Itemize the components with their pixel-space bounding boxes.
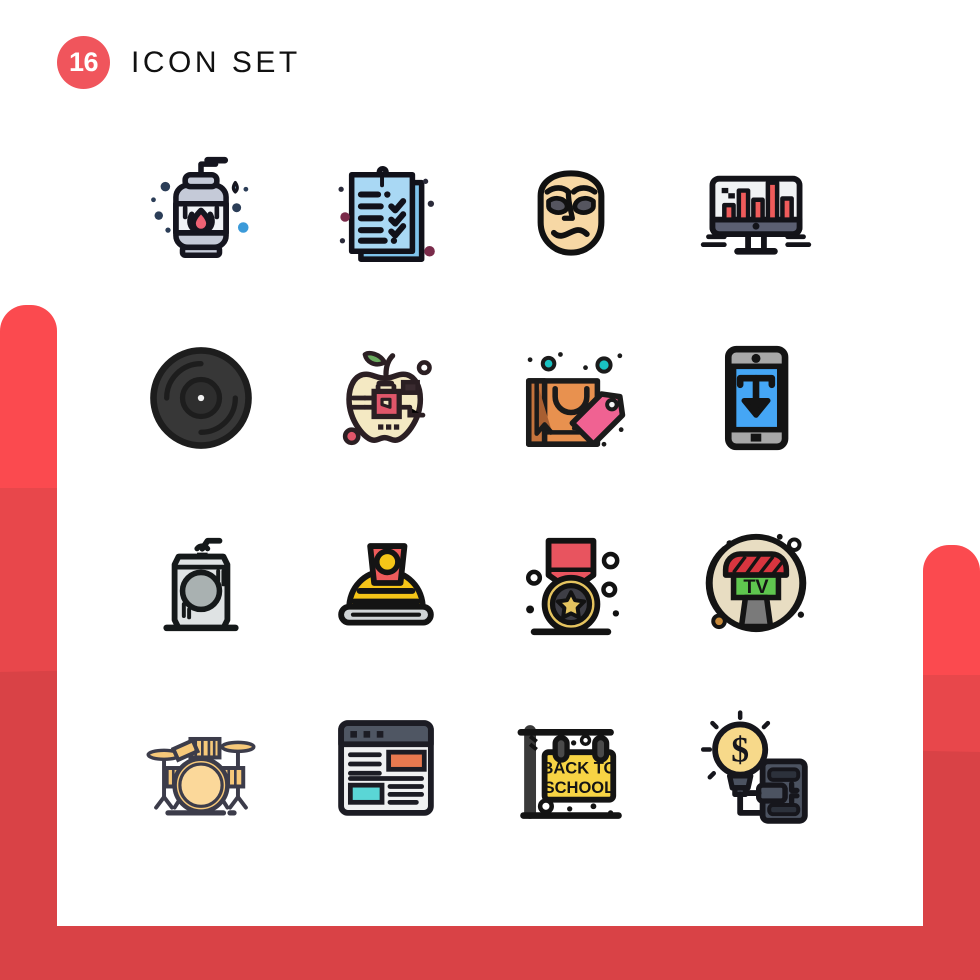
icon-cell-vinyl-record[interactable] [108,305,293,490]
background-band-left-mid [0,488,57,980]
soap-dispenser-icon [150,156,249,258]
soda-can-icon [162,537,239,631]
sign-text-line1: BACK TO [541,759,616,777]
shopping-bag-tag-icon [525,351,625,447]
money-idea-plug-icon: $ [700,709,808,824]
dollar-symbol-text: $ [731,729,749,769]
icon-cell-checklist[interactable] [293,120,478,305]
icon-cell-drum-set[interactable] [108,675,293,860]
icon-set-poster: 16 ICON SET TV BACK TO SCHOOL $ [0,0,980,980]
checklist-icon [337,165,435,262]
conductor-cap-icon [337,542,434,626]
award-medal-icon [525,537,619,635]
icon-count-badge: 16 [57,36,110,89]
icon-cell-conductor-cap[interactable] [293,490,478,675]
back-to-school-sign-icon: BACK TO SCHOOL [517,724,622,819]
icon-cell-shopping-bag-tag[interactable] [478,305,663,490]
icon-cell-analytics-monitor[interactable] [663,120,848,305]
background-band-right-light [923,545,980,980]
icon-grid: TV BACK TO SCHOOL $ [108,120,908,860]
icon-cell-mobile-download[interactable] [663,305,848,490]
analytics-monitor-icon [700,175,811,255]
background-band-left-dark [0,670,57,980]
icon-cell-money-idea-plug[interactable]: $ [663,675,848,860]
poster-header: 16 ICON SET [57,36,301,89]
drum-set-icon [145,736,256,816]
face-mask-icon [537,169,604,256]
icon-cell-browser-window[interactable] [293,675,478,860]
icon-cell-soap-dispenser[interactable] [108,120,293,305]
icon-cell-smart-apple-chip[interactable] [293,305,478,490]
mobile-download-icon [724,345,788,450]
vinyl-record-icon [149,346,252,449]
background-band-bottom [0,926,980,980]
background-band-left-light [0,305,57,980]
icon-cell-soda-can[interactable] [108,490,293,675]
background-band-right-dark [923,750,980,980]
icon-cell-face-mask[interactable] [478,120,663,305]
icon-cell-award-medal[interactable] [478,490,663,675]
sign-text-line2: SCHOOL [543,779,614,797]
icon-cell-back-to-school-sign[interactable]: BACK TO SCHOOL [478,675,663,860]
icon-cell-tv-microphone[interactable]: TV [663,490,848,675]
tv-microphone-icon: TV [705,533,806,632]
tv-label-text: TV [743,575,769,597]
smart-apple-chip-icon [342,350,432,445]
content-card: 16 ICON SET TV BACK TO SCHOOL $ [57,0,923,926]
background-band-right-mid [923,675,980,980]
browser-window-icon [337,719,434,816]
page-title: ICON SET [131,45,301,79]
